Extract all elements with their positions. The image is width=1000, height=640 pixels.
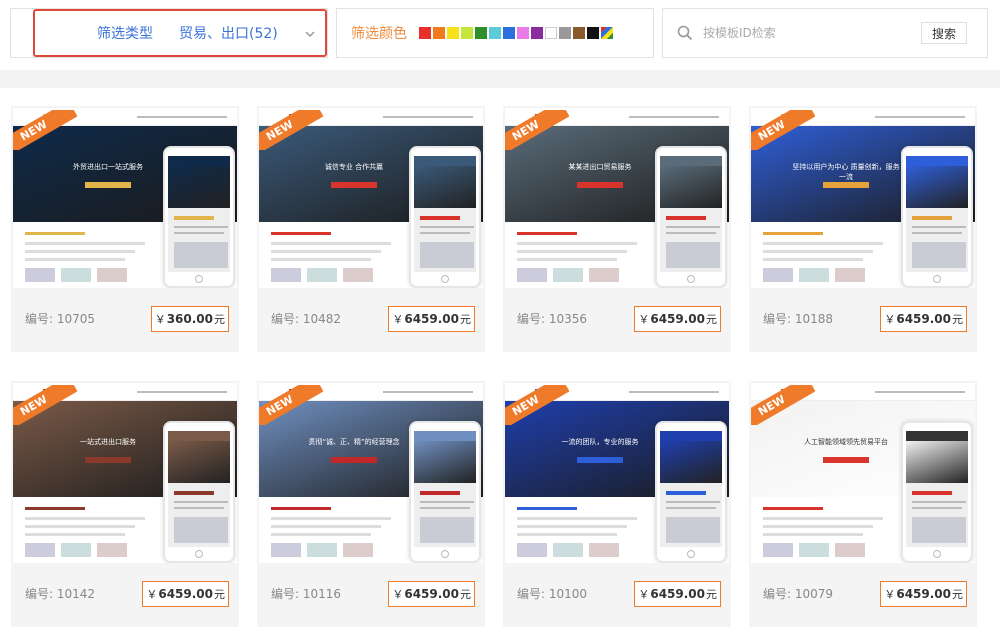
new-badge: NEW xyxy=(751,385,815,425)
filter-type-select[interactable]: 筛选类型 贸易、出口(52) xyxy=(33,9,327,57)
search-button[interactable]: 搜索 xyxy=(921,22,967,44)
hero-title: 坚持以用户为中心 质量创新，服务一流 xyxy=(792,163,900,181)
template-card[interactable]: 一流的团队，专业的服务 NEW 编号: 10100 ￥ 6459.00 元 xyxy=(503,381,731,627)
color-swatch[interactable] xyxy=(573,26,585,39)
template-card[interactable]: 贯彻“诚、正、精”的经营理念 NEW 编号: 10116 ￥ 6459.00 元 xyxy=(257,381,485,627)
color-swatch[interactable] xyxy=(447,26,459,39)
mobile-preview xyxy=(163,421,235,563)
price-tag: ￥ 6459.00 元 xyxy=(880,581,967,607)
color-swatch[interactable] xyxy=(587,26,599,39)
template-card[interactable]: 某某进出口贸易服务 NEW 编号: 10356 ￥ 6459.00 元 xyxy=(503,106,731,352)
mobile-preview xyxy=(901,421,973,563)
template-thumbnail[interactable]: 坚持以用户为中心 质量创新，服务一流 NEW xyxy=(751,108,975,288)
search-box: 搜索 xyxy=(662,8,988,58)
filter-type-label: 筛选类型 xyxy=(97,26,153,42)
filter-type-value[interactable]: 贸易、出口(52) xyxy=(179,23,278,43)
filter-color-label: 筛选颜色 xyxy=(351,26,407,42)
search-input[interactable] xyxy=(703,26,903,40)
template-thumbnail[interactable]: 诚信专业 合作共赢 NEW xyxy=(259,108,483,288)
template-id: 编号: 10100 xyxy=(517,587,588,601)
new-badge: NEW xyxy=(13,385,77,425)
template-thumbnail[interactable]: 一站式进出口服务 NEW xyxy=(13,383,237,563)
template-card[interactable]: 坚持以用户为中心 质量创新，服务一流 NEW 编号: 10188 ￥ 6459.… xyxy=(749,106,977,352)
mobile-preview xyxy=(409,146,481,288)
hero-title: 某某进出口贸易服务 xyxy=(568,163,632,171)
new-badge: NEW xyxy=(751,110,815,150)
price-tag: ￥ 6459.00 元 xyxy=(634,306,721,332)
new-badge: NEW xyxy=(259,385,323,425)
template-thumbnail[interactable]: 贯彻“诚、正、精”的经营理念 NEW xyxy=(259,383,483,563)
color-swatch[interactable] xyxy=(475,26,487,39)
hero-title: 一流的团队，专业的服务 xyxy=(561,438,639,446)
new-badge: NEW xyxy=(505,110,569,150)
hero-title: 诚信专业 合作共赢 xyxy=(324,163,384,171)
divider-band xyxy=(0,70,1000,88)
filter-type-box[interactable]: 筛选类型 贸易、出口(52) xyxy=(10,8,328,58)
color-swatch[interactable] xyxy=(419,26,431,39)
template-id: 编号: 10079 xyxy=(763,587,834,601)
template-thumbnail[interactable]: 某某进出口贸易服务 NEW xyxy=(505,108,729,288)
search-icon xyxy=(677,25,693,41)
template-id: 编号: 10705 xyxy=(25,312,96,326)
price-tag: ￥ 360.00 元 xyxy=(150,306,229,332)
new-badge: NEW xyxy=(505,385,569,425)
template-id: 编号: 10116 xyxy=(271,587,342,601)
template-thumbnail[interactable]: 外贸进出口一站式服务 NEW xyxy=(13,108,237,288)
color-swatch[interactable] xyxy=(545,26,557,39)
hero-title: 一站式进出口服务 xyxy=(80,438,136,446)
template-card[interactable]: 人工智能领域领先贸易平台 NEW 编号: 10079 ￥ 6459.00 元 xyxy=(749,381,977,627)
chevron-down-icon[interactable] xyxy=(303,27,317,41)
template-id: 编号: 10142 xyxy=(25,587,96,601)
hero-title: 贯彻“诚、正、精”的经营理念 xyxy=(308,438,400,446)
template-id: 编号: 10356 xyxy=(517,312,588,326)
template-thumbnail[interactable]: 一流的团队，专业的服务 NEW xyxy=(505,383,729,563)
template-card[interactable]: 一站式进出口服务 NEW 编号: 10142 ￥ 6459.00 元 xyxy=(11,381,239,627)
filter-bar: 筛选类型 贸易、出口(52) 筛选颜色 搜索 xyxy=(0,0,1000,62)
template-thumbnail[interactable]: 人工智能领域领先贸易平台 NEW xyxy=(751,383,975,563)
template-id: 编号: 10188 xyxy=(763,312,834,326)
mobile-preview xyxy=(409,421,481,563)
template-card[interactable]: 诚信专业 合作共赢 NEW 编号: 10482 ￥ 6459.00 元 xyxy=(257,106,485,352)
template-card[interactable]: 外贸进出口一站式服务 NEW 编号: 10705 ￥ 360.00 元 xyxy=(11,106,239,352)
new-badge: NEW xyxy=(13,110,77,150)
color-swatch[interactable] xyxy=(531,26,543,39)
mobile-preview xyxy=(655,421,727,563)
color-swatch[interactable] xyxy=(601,26,613,39)
mobile-preview xyxy=(901,146,973,288)
mobile-preview xyxy=(163,146,235,288)
hero-title: 人工智能领域领先贸易平台 xyxy=(804,438,888,446)
color-swatch[interactable] xyxy=(489,26,501,39)
template-id: 编号: 10482 xyxy=(271,312,342,326)
filter-color-box: 筛选颜色 xyxy=(336,8,654,58)
color-swatch[interactable] xyxy=(559,26,571,39)
price-tag: ￥ 6459.00 元 xyxy=(142,581,229,607)
color-swatch[interactable] xyxy=(517,26,529,39)
price-tag: ￥ 6459.00 元 xyxy=(634,581,721,607)
price-tag: ￥ 6459.00 元 xyxy=(388,306,475,332)
hero-title: 外贸进出口一站式服务 xyxy=(73,163,143,171)
mobile-preview xyxy=(655,146,727,288)
new-badge: NEW xyxy=(259,110,323,150)
price-tag: ￥ 6459.00 元 xyxy=(880,306,967,332)
color-swatch[interactable] xyxy=(503,26,515,39)
color-swatch-list xyxy=(419,24,615,43)
price-tag: ￥ 6459.00 元 xyxy=(388,581,475,607)
color-swatch[interactable] xyxy=(433,26,445,39)
color-swatch[interactable] xyxy=(461,26,473,39)
